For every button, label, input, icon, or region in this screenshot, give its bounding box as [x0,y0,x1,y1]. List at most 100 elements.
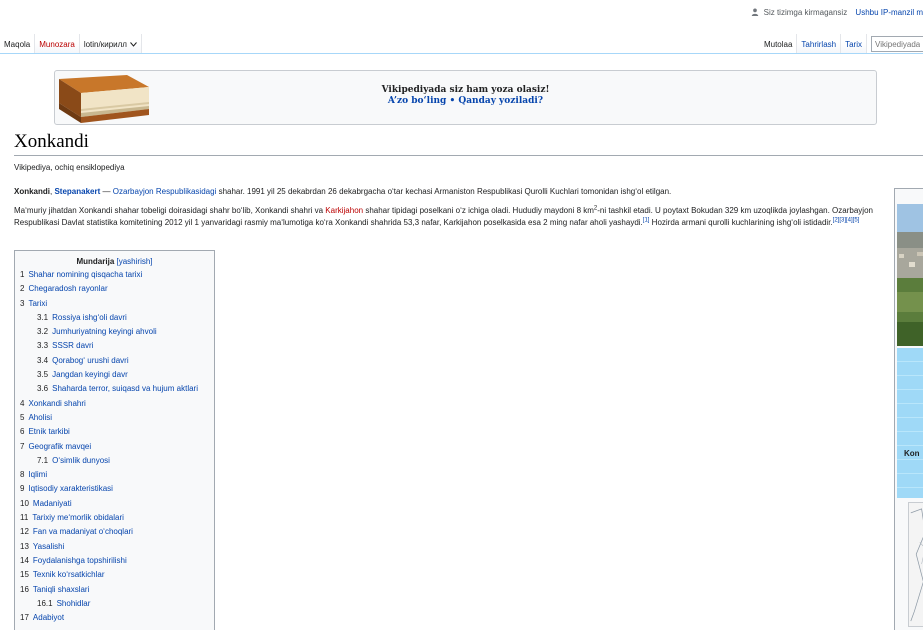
toc-item-label: Jangdan keyingi davr [52,370,128,380]
toc-item-number: 6 [20,427,25,437]
toc-hide-toggle[interactable]: [yashirish] [117,257,153,266]
toc-item-number: 7.1 [37,455,49,465]
toc-item-number: 7 [20,441,25,451]
notice-title: Vikipediyada siz ham yoza olasiz! [381,85,550,95]
variant-label: lotin/кирилл [83,40,127,49]
toc-item-label: Tarixi [28,298,48,308]
stepanakert-link[interactable]: Stepanakert [54,187,100,196]
toc-item[interactable]: 16 Taniqli shaxslari [20,585,209,599]
toc-item[interactable]: 5 Aholisi [20,413,209,427]
toc-item[interactable]: 12 Fan va madaniyat o‘choqlari [20,527,209,541]
toc-item-label: O‘simlik dunyosi [52,455,110,465]
infobox-row [897,362,923,376]
toc-item-number: 3.5 [37,370,49,380]
view-tabs: Mutolaa Tahrirlash Tarix [759,34,923,54]
toc-item[interactable]: 3.4 Qorabog‘ urushi davri [20,356,209,370]
toc-item-label: Jumhuriyatning keyingi ahvoli [52,327,157,337]
karkijahon-link[interactable]: Karkijahon [325,206,363,215]
infobox-row [897,460,923,474]
intro-paragraph-1: Xonkandi, Stepanakert — Ozarbayjon Respu… [14,186,887,198]
toc-item-number: 2 [20,284,25,294]
toc-item-label: Qorabog‘ urushi davri [52,355,129,365]
toc-list: 1 Shahar nomining qisqacha tarixi 2 Chegara… [20,270,209,627]
toc-item-number: 16 [20,584,29,594]
text-fragment: shahar tipidagi poselkani o‘z ichiga ola… [363,206,594,215]
infobox-label: Kon [904,449,920,458]
stepanakert-link-label: Stepanakert [54,187,101,196]
toc-item-number: 3.1 [37,312,49,322]
user-icon [752,8,759,16]
personal-tools: Siz tizimga kirmagansiz Ushbu IP-manzil … [751,8,923,17]
toc-item-label: Chegaradosh rayonlar [28,284,108,294]
toc-item[interactable]: 14 Foydalanishga topshirilishi [20,556,209,570]
toc-item-label: Iqtisodiy xarakteristikasi [28,484,113,494]
toc-item-label: Rossiya ishg‘oli davri [52,312,127,322]
notice-separator: • [446,96,459,106]
tab-read[interactable]: Mutolaa [759,34,798,54]
toc-item-label: Shohidlar [56,598,91,608]
toc-header: Mundarija [yashirish] [20,257,209,266]
toc-item-label: Madaniyati [32,498,72,508]
toc-item-number: 8 [20,470,25,480]
toc-item-number: 3.2 [37,327,49,337]
site-tagline: Vikipediya, ochiq ensiklopediya [14,163,125,172]
azerbaijan-link[interactable]: Ozarbayjon Respublikasidagi [113,187,217,196]
toc-item-label: Texnik ko‘rsatkichlar [32,570,105,580]
toc-item[interactable]: 11 Tarixiy me‘morlik obidalari [20,513,209,527]
toc-item[interactable]: 3.1 Rossiya ishg‘oli davri [20,313,209,327]
how-to-write-link[interactable]: Qanday yoziladi? [458,96,543,106]
city-photo[interactable] [897,204,923,346]
toc-item[interactable]: 13 Yasalishi [20,542,209,556]
tab-article[interactable]: Maqola [0,34,36,54]
tab-history[interactable]: Tarix [841,34,867,54]
toc-item-number: 14 [20,555,29,565]
toc-item[interactable]: 3.6 Shaharda terror, suiqasd va hujum akt… [20,384,209,398]
reference-links[interactable]: [2][3][4][5] [833,217,860,223]
join-link[interactable]: A’zo bo‘ling [388,96,446,106]
toc-item[interactable]: 3.3 SSSR davri [20,341,209,355]
toc-item[interactable]: 3.2 Jumhuriyatning keyingi ahvoli [20,327,209,341]
toc-item-number: 11 [20,513,29,523]
toc-item-label: Foydalanishga topshirilishi [32,555,127,565]
toc-item-number: 17 [20,613,29,623]
toc-item-label: Shaharda terror, suiqasd va hujum aktlar… [52,384,198,394]
toc-item[interactable]: 2 Chegaradosh rayonlar [20,284,209,298]
toc-item[interactable]: 3.5 Jangdan keyingi davr [20,370,209,384]
toc-item-label: Etnik tarkibi [28,427,70,437]
location-map[interactable] [908,502,923,627]
toc-item-number: 5 [20,412,25,422]
toc-item-label: Taniqli shaxslari [32,584,90,594]
variant-dropdown[interactable]: lotin/кирилл [79,34,142,54]
toc-item-number: 4 [20,398,25,408]
toc-item-label: Geografik mavqei [28,441,92,451]
toc-item[interactable]: 17 Adabiyot [20,613,209,627]
toc-item[interactable]: 6 Etnik tarkibi [20,427,209,441]
toc-item-label: Xonkandi shahri [28,398,86,408]
content-top-border [0,53,923,54]
infobox-details [897,348,923,498]
toc-item[interactable]: 4 Xonkandi shahri [20,399,209,413]
toc-item[interactable]: 16.1 Shohidlar [20,599,209,613]
search-input[interactable] [871,36,923,52]
not-logged-in-text: Siz tizimga kirmagansiz [763,8,848,17]
toc-item[interactable]: 3 Tarixi [20,299,209,313]
toc-item[interactable]: 15 Texnik ko‘rsatkichlar [20,570,209,584]
infobox-row [897,474,923,488]
toc-item[interactable]: 7.1 O‘simlik dunyosi [20,456,209,470]
toc-item[interactable]: 9 Iqtisodiy xarakteristikasi [20,484,209,498]
toc-item-number: 9 [20,484,25,494]
page-title: Xonkandi [14,131,89,152]
toc-item[interactable]: 7 Geografik mavqei [20,442,209,456]
text-fragment: shahar. 1991 yil 25 dekabrdan 26 dekabrg… [216,187,672,196]
infobox-row [897,390,923,404]
toc-item[interactable]: 1 Shahar nomining qisqacha tarixi [20,270,209,284]
ip-talk-link[interactable]: Ushbu IP-manzil m [855,8,923,17]
tab-talk[interactable]: Munozara [35,34,80,54]
toc-item[interactable]: 10 Madaniyati [20,499,209,513]
toc-item-label: SSSR davri [52,341,94,351]
tab-edit[interactable]: Tahrirlash [797,34,842,54]
text-fragment: Hozirda armani qurolli kuchlarining ishg… [649,218,833,227]
toc-item-number: 13 [20,541,29,551]
toc-item[interactable]: 8 Iqlimi [20,470,209,484]
toc-item-label: Fan va madaniyat o‘choqlari [32,527,133,537]
